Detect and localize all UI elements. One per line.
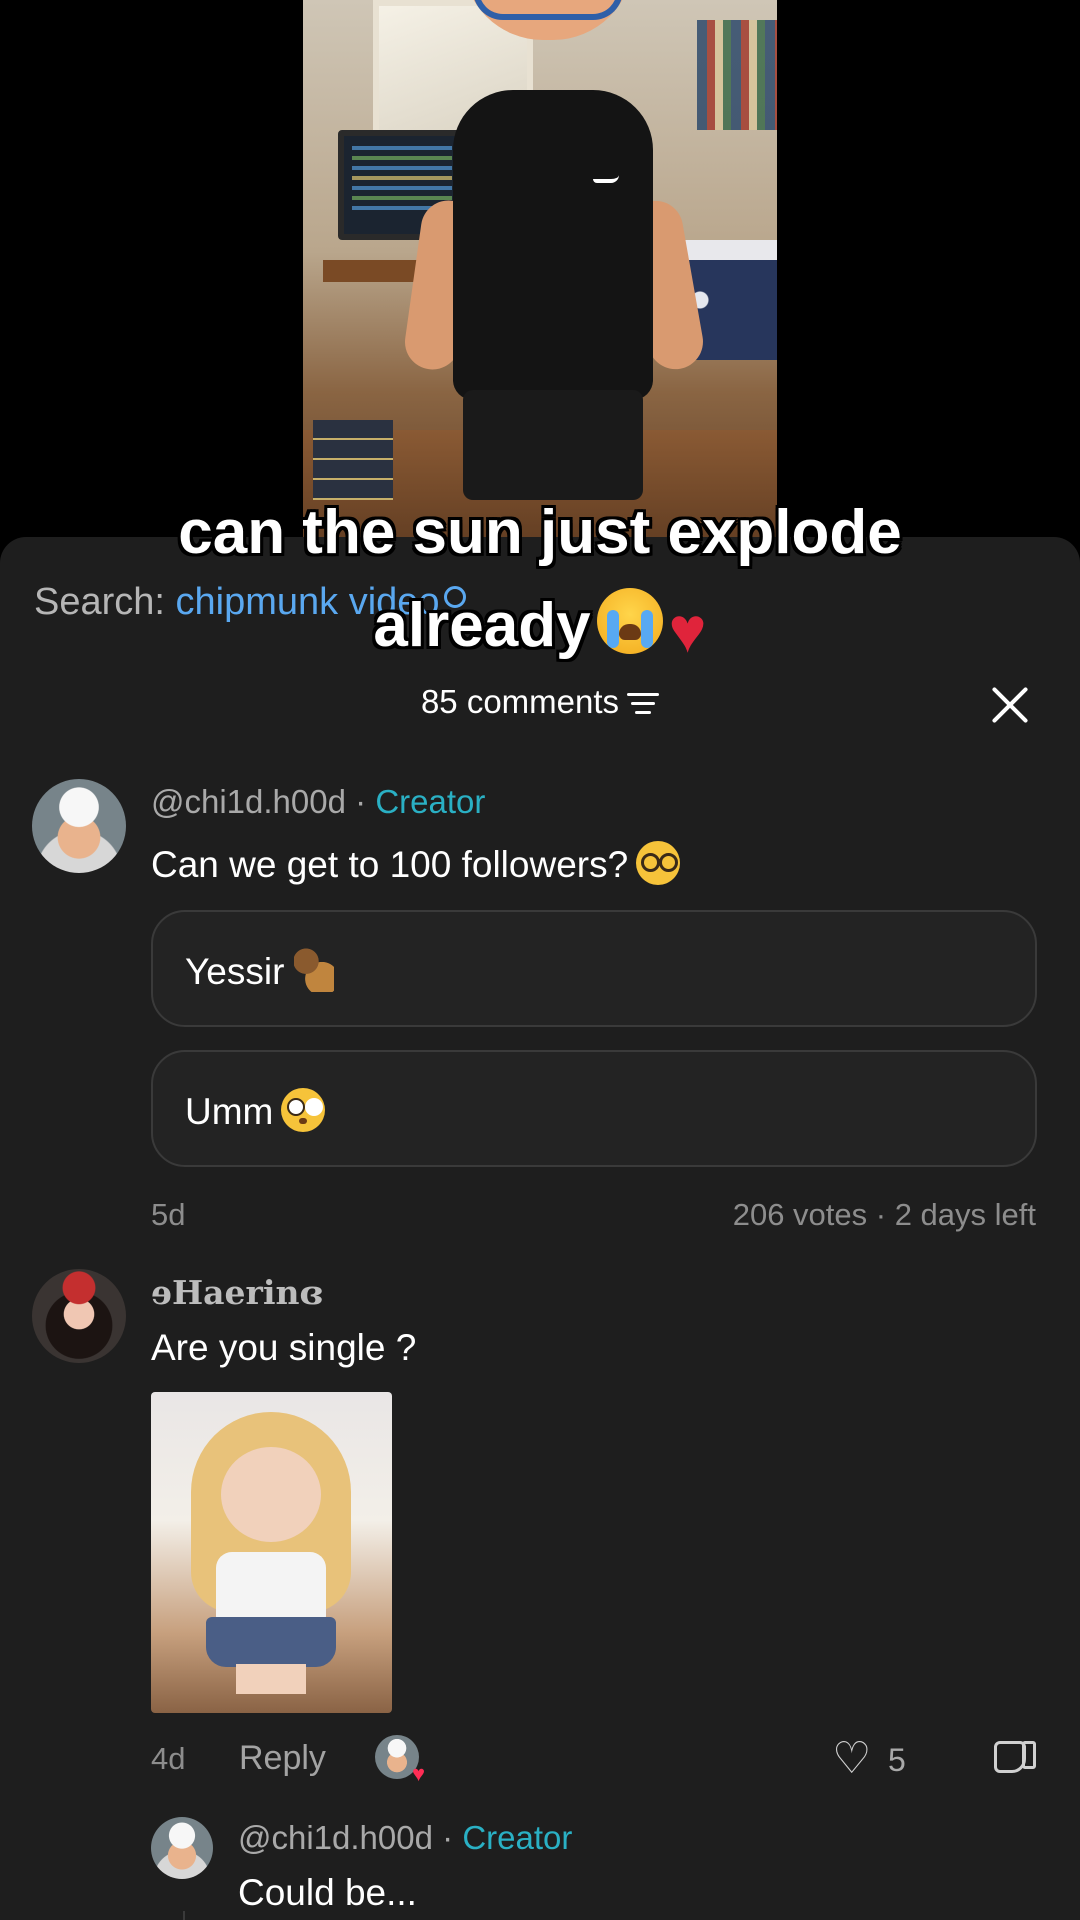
sort-filter-icon[interactable] [627,691,660,715]
video-player[interactable] [303,0,777,560]
thread-line [183,1911,185,1920]
username-text: @chi1d.h00d [238,1819,433,1856]
poll-option-label: Umm [185,1091,274,1132]
comment-timestamp: 5d [151,1197,186,1232]
comment-timestamp: 4d [151,1741,186,1776]
nerd-face-emoji-icon [636,841,681,885]
app-screen: Search: chipmunk video 85 comments @chi1… [0,0,1080,1920]
reply-username[interactable]: @chi1d.h00d · Creator [238,1819,572,1857]
username-text: @chi1d.h00d [151,783,346,820]
video-caption-line-2: already ♥ [0,588,1080,662]
crying-face-emoji-icon [596,588,663,654]
comment-image[interactable] [151,1392,392,1713]
caption-text: can the sun just explode [178,498,902,567]
like-count: 5 [888,1742,906,1778]
flushed-face-emoji-icon [281,1088,326,1132]
avatar[interactable] [151,1817,213,1879]
close-icon[interactable] [990,685,1030,725]
separator-dot: · [432,1819,463,1856]
comment-username[interactable]: @chi1d.h00d · Creator [151,783,485,821]
comment-text: Can we get to 100 followers? [151,841,681,886]
character-legs [463,390,643,500]
reply-text: Could be... [238,1872,417,1913]
creator-liked-avatar: ♥ [375,1735,425,1785]
poll-option-yessir[interactable]: Yessir [151,910,1037,1027]
character-body [453,90,653,400]
avatar[interactable] [32,779,126,873]
shirt-logo-icon [593,175,619,183]
poll-option-umm[interactable]: Umm [151,1050,1037,1167]
chipmunk-emoji-icon [294,948,335,992]
like-heart-icon[interactable]: ♡ [832,1737,871,1781]
comments-count: 85 comments [420,683,620,720]
reply-button[interactable]: Reply [239,1739,326,1778]
comment-text: Are you single ? [151,1327,417,1368]
broken-heart-emoji-icon: ♥ [668,594,707,666]
caption-text: already [373,591,591,660]
creator-badge: Creator [375,783,486,820]
video-bookshelf [697,20,777,130]
separator-dot: · [345,783,376,820]
comments-sheet: Search: chipmunk video 85 comments @chi1… [0,537,1080,1920]
video-books [313,420,393,500]
dislike-icon[interactable] [990,1737,1036,1781]
heart-badge-icon: ♥ [411,1761,425,1786]
comment-text-content: Can we get to 100 followers? [151,844,629,885]
avatar[interactable] [32,1269,126,1363]
poll-votes-info: 206 votes · 2 days left [732,1197,1036,1232]
poll-option-label: Yessir [185,951,285,992]
creator-badge: Creator [462,1819,573,1856]
comments-header: 85 comments [0,683,1080,721]
character-glasses [473,0,623,20]
video-caption-line-1: can the sun just explode [0,502,1080,564]
comment-username[interactable]: ɘHaerinɞ [151,1273,323,1312]
